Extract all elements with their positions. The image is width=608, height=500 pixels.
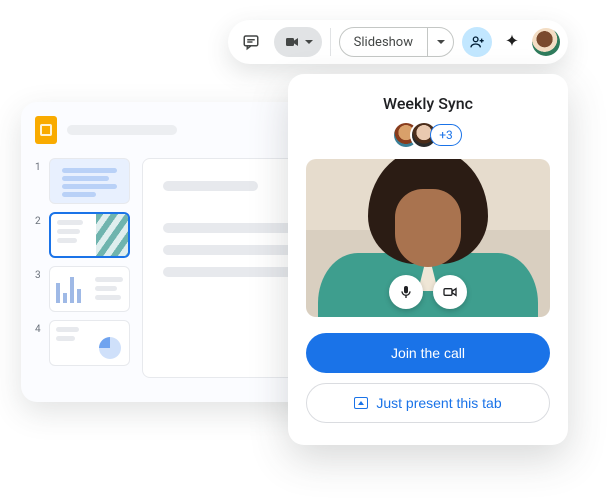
toggle-mic-button[interactable] — [389, 275, 423, 309]
present-tab-label: Just present this tab — [376, 395, 501, 411]
gemini-button[interactable] — [500, 33, 524, 51]
pie-chart-icon — [99, 337, 121, 359]
slide-body-placeholder — [163, 267, 293, 277]
toggle-camera-button[interactable] — [433, 275, 467, 309]
caret-down-icon — [436, 37, 446, 47]
thumb-number: 3 — [35, 266, 43, 281]
share-button[interactable] — [462, 27, 492, 57]
slide-title-placeholder — [163, 181, 258, 191]
self-video-preview — [306, 159, 550, 317]
slide-body-placeholder — [163, 223, 293, 233]
video-icon — [442, 284, 458, 300]
meet-chip[interactable] — [274, 27, 322, 57]
slide-thumb-2[interactable] — [49, 212, 130, 258]
present-icon — [354, 397, 368, 409]
slide-thumb-1[interactable] — [49, 158, 130, 204]
top-toolbar: Slideshow — [228, 20, 568, 64]
slide-thumb-4[interactable] — [49, 320, 130, 366]
sparkle-icon — [503, 33, 521, 51]
slideshow-button[interactable]: Slideshow — [340, 35, 427, 50]
microphone-icon — [398, 284, 414, 300]
thumb-number: 1 — [35, 158, 43, 173]
thumb-number: 4 — [35, 320, 43, 335]
thumbnail-strip: 1 2 3 — [35, 158, 130, 378]
document-title-placeholder[interactable] — [67, 125, 177, 135]
slideshow-menu-button[interactable] — [427, 28, 453, 56]
caret-down-icon — [304, 37, 314, 47]
join-call-button[interactable]: Join the call — [306, 333, 550, 373]
slide-thumb-3[interactable] — [49, 266, 130, 312]
image-placeholder-icon — [96, 214, 128, 256]
bar-chart-icon — [56, 277, 81, 303]
more-participants-chip[interactable]: +3 — [430, 124, 462, 146]
thumb-number: 2 — [35, 212, 43, 227]
meet-panel: Weekly Sync +3 Join the call — [288, 74, 568, 445]
chat-icon — [242, 33, 260, 51]
comments-button[interactable] — [236, 27, 266, 57]
video-icon — [284, 34, 300, 50]
account-avatar[interactable] — [532, 28, 560, 56]
slideshow-split-button: Slideshow — [339, 27, 454, 57]
present-tab-button[interactable]: Just present this tab — [306, 383, 550, 423]
participant-avatars: +3 — [394, 123, 462, 147]
slide-body-placeholder — [163, 245, 293, 255]
person-add-icon — [469, 34, 485, 50]
slides-logo-icon — [35, 116, 57, 144]
meeting-title: Weekly Sync — [383, 94, 473, 113]
toolbar-separator — [330, 28, 331, 56]
